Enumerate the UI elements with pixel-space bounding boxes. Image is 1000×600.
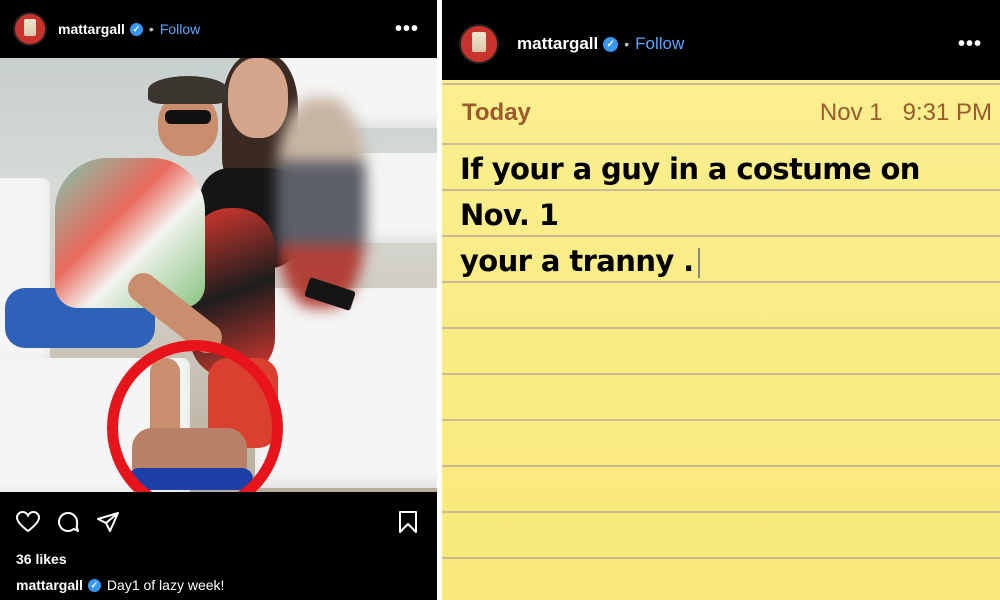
bookmark-icon[interactable] <box>395 509 421 535</box>
caption-username[interactable]: mattargall <box>16 577 83 593</box>
verified-badge-icon: ✓ <box>129 22 143 36</box>
heart-icon[interactable] <box>15 509 41 535</box>
note-line-text: your a tranny . <box>460 244 694 278</box>
man-hat <box>148 76 228 104</box>
text-cursor <box>697 248 700 278</box>
separator-dot: • <box>624 36 630 52</box>
caption-text: Day1 of lazy week! <box>106 577 225 593</box>
left-instagram-post: mattargall ✓ • Follow ••• 36 likes matta… <box>0 0 437 600</box>
note-line: your a tranny . <box>460 238 990 284</box>
more-options-icon[interactable]: ••• <box>958 33 982 56</box>
separator-dot: • <box>148 21 154 37</box>
avatar[interactable] <box>459 24 499 64</box>
comment-icon[interactable] <box>55 509 81 535</box>
username[interactable]: mattargall <box>517 34 598 54</box>
username[interactable]: mattargall <box>58 21 125 37</box>
verified-badge-icon: ✓ <box>87 578 101 592</box>
post-header: mattargall ✓ • Follow ••• <box>0 0 437 58</box>
note-time: 9:31 PM <box>902 99 992 126</box>
post-header: mattargall ✓ • Follow ••• <box>442 10 1000 78</box>
sunglasses <box>165 110 211 124</box>
note-header: Today Nov 1 9:31 PM <box>462 98 992 128</box>
post-caption: mattargall ✓ Day1 of lazy week! <box>16 577 224 593</box>
share-icon[interactable] <box>95 509 121 535</box>
right-instagram-post: mattargall ✓ • Follow ••• Today Nov 1 9:… <box>442 0 1000 600</box>
post-photo[interactable] <box>0 58 437 492</box>
notes-screenshot[interactable]: Today Nov 1 9:31 PM If your a guy in a c… <box>442 80 1000 600</box>
likes-count[interactable]: 36 likes <box>16 551 67 567</box>
avatar[interactable] <box>13 12 47 46</box>
blurred-child <box>276 98 366 308</box>
note-line: If your a guy in a costume on Nov. 1 <box>460 152 920 232</box>
bench <box>255 288 437 488</box>
post-actions <box>0 505 437 541</box>
verified-badge-icon: ✓ <box>603 36 619 52</box>
follow-button[interactable]: Follow <box>635 34 684 54</box>
note-date: Nov 1 <box>819 99 883 126</box>
follow-button[interactable]: Follow <box>160 21 200 37</box>
note-body: If your a guy in a costume on Nov. 1 you… <box>460 146 990 284</box>
woman-head <box>228 58 288 138</box>
more-options-icon[interactable]: ••• <box>395 18 419 41</box>
note-heading: Today <box>462 99 531 126</box>
